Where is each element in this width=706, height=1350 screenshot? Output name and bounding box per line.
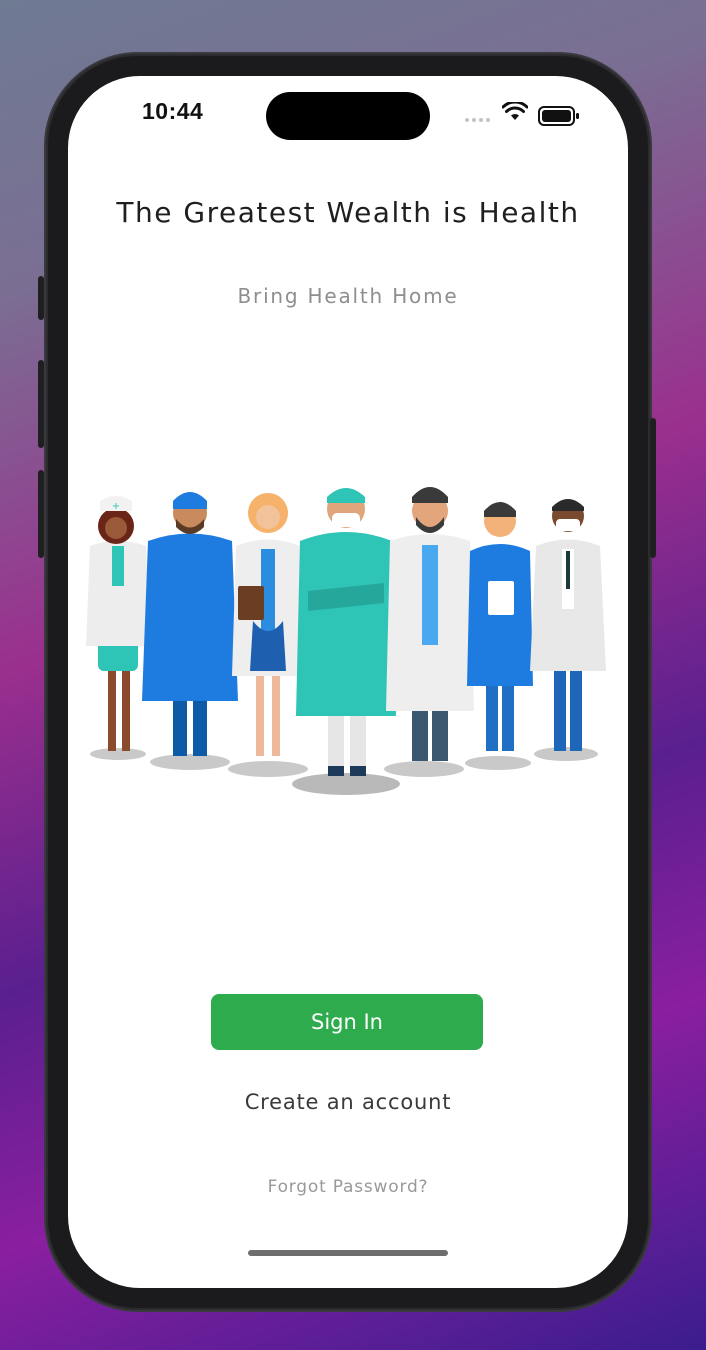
cellular-signal-icon	[465, 118, 490, 122]
dynamic-island	[266, 92, 430, 140]
page-subtitle: Bring Health Home	[237, 284, 459, 308]
battery-icon	[538, 106, 579, 126]
svg-text:+: +	[112, 501, 120, 512]
doctor-blonde-figure	[232, 493, 304, 756]
doctor-bearded-figure	[386, 487, 474, 761]
page-title: The Greatest Wealth is Health	[116, 196, 580, 229]
create-account-link[interactable]: Create an account	[68, 1090, 628, 1114]
volume-down-button	[38, 470, 44, 558]
app-screen: 10:44 The Greatest Wealth is Health Brin…	[68, 76, 628, 1288]
sign-in-button[interactable]: Sign In	[211, 994, 483, 1050]
doctor-blue-scrubs-figure	[142, 492, 238, 756]
doctor-clipboard-figure	[467, 502, 533, 751]
mute-switch	[38, 276, 44, 320]
nurse-figure: +	[86, 496, 150, 751]
status-bar: 10:44	[68, 76, 628, 156]
wifi-icon	[502, 102, 528, 120]
home-indicator[interactable]	[248, 1250, 448, 1256]
forgot-password-link[interactable]: Forgot Password?	[68, 1177, 628, 1197]
doctor-mask-figure	[530, 499, 606, 751]
status-time: 10:44	[142, 98, 204, 124]
surgeon-center-figure	[296, 488, 396, 776]
power-button	[650, 418, 656, 558]
phone-frame: 10:44 The Greatest Wealth is Health Brin…	[38, 54, 656, 1310]
volume-up-button	[38, 360, 44, 448]
medical-team-illustration: +	[86, 487, 606, 795]
